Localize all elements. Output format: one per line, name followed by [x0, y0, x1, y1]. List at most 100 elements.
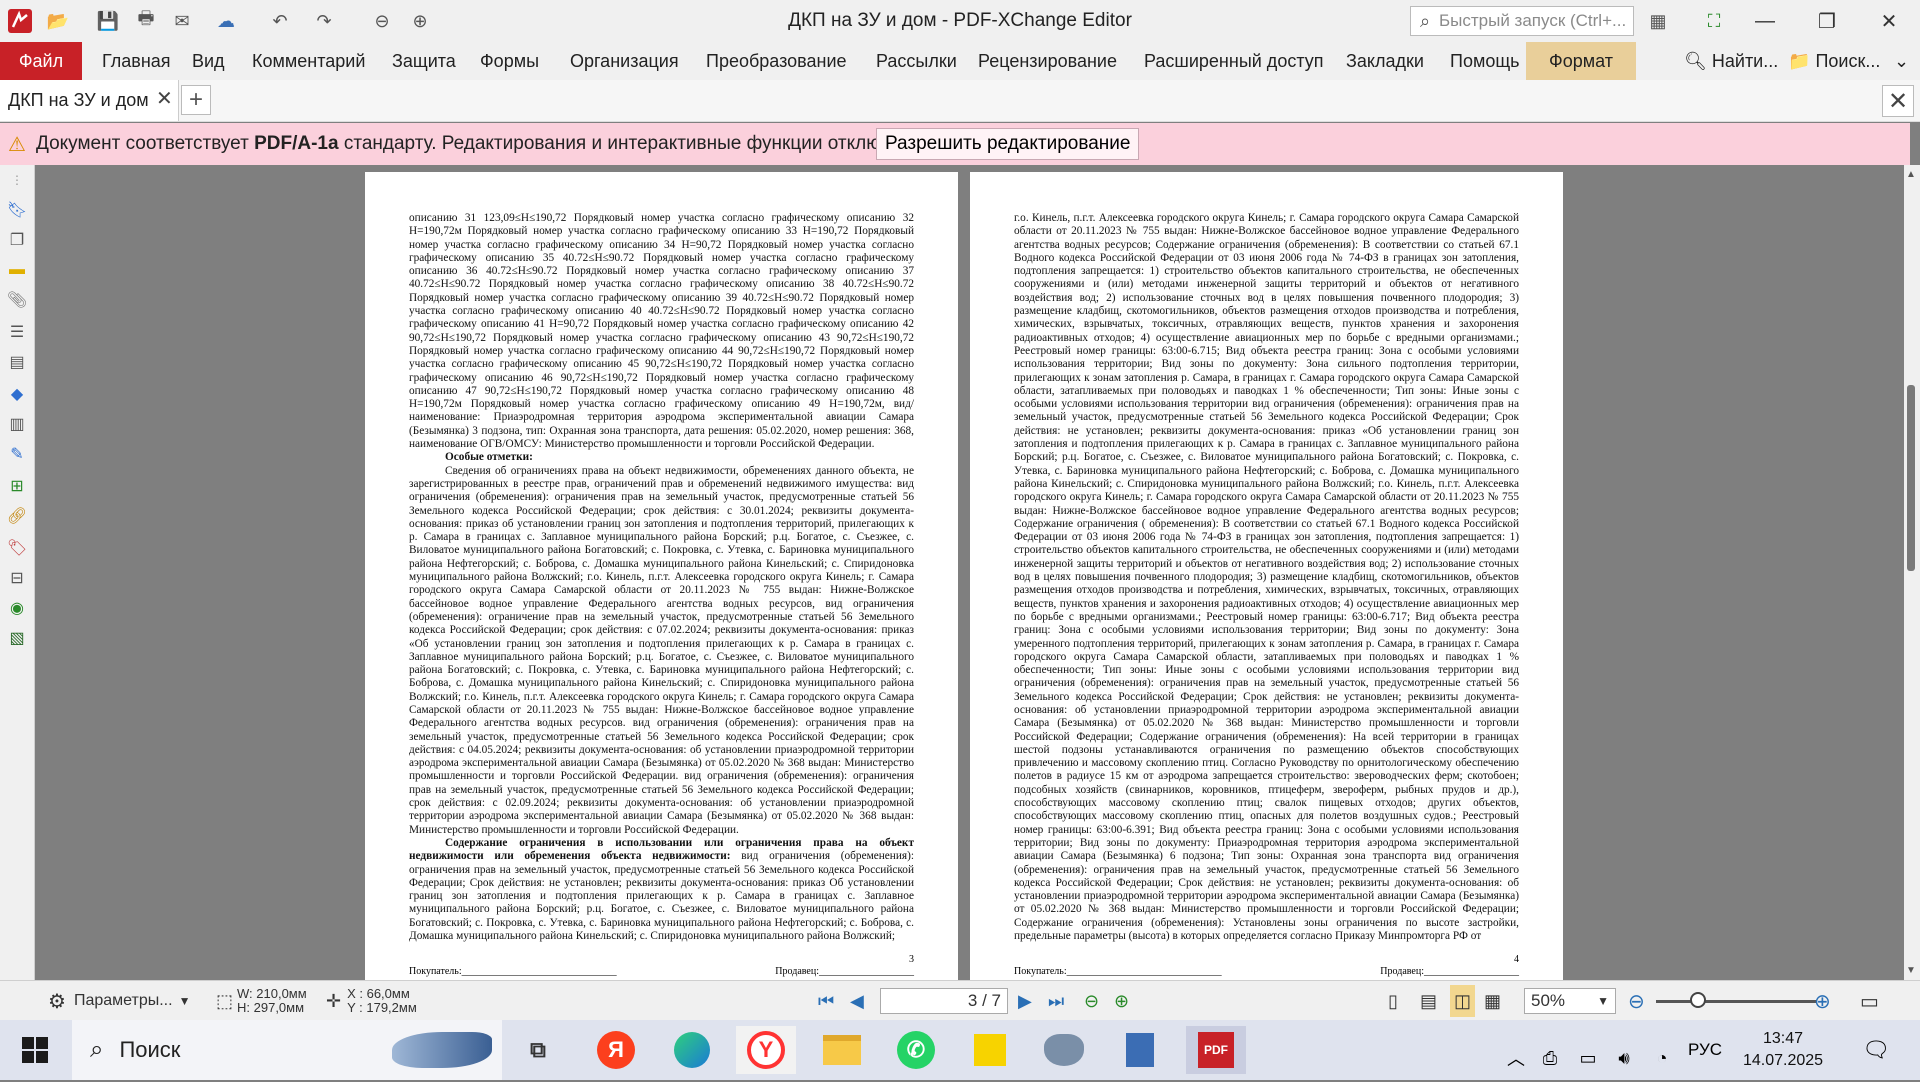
document-tab-label: ДКП на ЗУ и дом [8, 90, 149, 110]
continuous-page-icon[interactable]: ▤ [1420, 981, 1437, 1021]
search-button[interactable]: 📁 Поиск... [1784, 42, 1884, 80]
menu-review[interactable]: Рецензирование [964, 42, 1131, 80]
back-icon[interactable]: ⊖ [368, 7, 396, 35]
standards-icon[interactable]: ◉ [6, 597, 28, 619]
menu-mailings[interactable]: Рассылки [862, 42, 971, 80]
minimize-button[interactable]: — [1738, 0, 1792, 42]
redo-icon[interactable]: ↷ [310, 7, 338, 35]
history-back-icon[interactable]: ⊖ [1084, 981, 1099, 1021]
page-number-input[interactable]: 3 / 7 [880, 988, 1008, 1014]
yandex-app-icon[interactable]: Я [586, 1026, 646, 1074]
print-icon[interactable]: 🖶 [132, 7, 160, 35]
menu-help[interactable]: Помощь [1436, 42, 1534, 80]
ribbon-collapse-icon[interactable]: ⌄ [1888, 42, 1915, 80]
last-page-icon[interactable]: ⏭ [1048, 981, 1064, 1021]
menu-forms[interactable]: Формы [466, 42, 553, 80]
layout-icon[interactable]: ▦ [1644, 7, 1672, 35]
menu-protect[interactable]: Защита [378, 42, 470, 80]
pdf-page: г.о. Кинель, п.г.т. Алексеевка городског… [970, 172, 1563, 980]
taskbar-search[interactable]: ⌕ Поиск [72, 1020, 502, 1080]
menu-view[interactable]: Вид [178, 42, 239, 80]
file-explorer-icon[interactable] [812, 1026, 872, 1074]
zoom-slider-handle[interactable] [1690, 992, 1706, 1008]
menu-organize[interactable]: Организация [556, 42, 693, 80]
page-height: H: 297,0мм [237, 1000, 305, 1015]
new-tab-button[interactable]: + [181, 85, 211, 115]
allow-editing-button[interactable]: Разрешить редактирование [876, 128, 1140, 160]
content-icon[interactable]: ☰ [6, 321, 28, 343]
menu-format[interactable]: Формат [1526, 42, 1636, 80]
articles-icon[interactable]: ▧ [6, 627, 28, 649]
network-icon[interactable]: ◔ [1632, 1034, 1692, 1082]
zoom-out-icon[interactable]: ⊖ [1628, 981, 1645, 1021]
pdf-page: описанию 31 123,09≤Н≤190,72 Порядковый н… [365, 172, 958, 980]
scroll-up-icon[interactable]: ▲ [1906, 169, 1916, 180]
edge-browser-icon[interactable] [662, 1026, 722, 1074]
whatsapp-icon[interactable]: ✆ [886, 1026, 946, 1074]
forward-icon[interactable]: ⊕ [406, 7, 434, 35]
vertical-scrollbar[interactable]: ▲ ▼ [1904, 165, 1920, 980]
continuous-facing-icon[interactable]: ▦ [1484, 981, 1501, 1021]
destinations-icon[interactable]: ▤ [6, 351, 28, 373]
prev-page-icon[interactable]: ◀ [850, 981, 864, 1021]
tags-icon[interactable]: 🏷︎ [6, 537, 28, 559]
history-forward-icon[interactable]: ⊕ [1114, 981, 1129, 1021]
next-page-icon[interactable]: ▶ [1018, 981, 1032, 1021]
layers-icon[interactable]: ◆ [6, 383, 28, 405]
seller-signature-line: Продавец:___________________ [1380, 966, 1519, 977]
close-tab-button[interactable]: ✕ [156, 86, 173, 111]
maximize-button[interactable]: ❐ [1800, 0, 1854, 42]
undo-icon[interactable]: ↶ [266, 7, 294, 35]
menu-home[interactable]: Главная [88, 42, 185, 80]
save-icon[interactable]: 💾 [94, 7, 122, 35]
zoom-in-icon[interactable]: ⊕ [1814, 981, 1831, 1021]
thumbnails-icon[interactable]: ❐ [6, 229, 28, 251]
open-folder-icon[interactable]: 📂 [44, 7, 72, 35]
bookmarks-icon[interactable]: 🔖︎ [6, 199, 28, 221]
photo-app-icon[interactable] [1034, 1026, 1094, 1074]
structure-icon[interactable]: ⊞ [6, 475, 28, 497]
email-icon[interactable]: ✉ [168, 7, 196, 35]
seller-signature-line: Продавец:___________________ [775, 966, 914, 977]
fit-width-icon[interactable]: ▭ [1860, 981, 1879, 1021]
clock[interactable]: 13:47 14.07.2025 [1738, 1028, 1828, 1072]
facing-pages-icon[interactable]: ◫ [1450, 985, 1476, 1017]
scrollbar-thumb[interactable] [1907, 385, 1915, 571]
menu-file[interactable]: Файл [0, 42, 82, 80]
cloud-icon[interactable]: ☁ [212, 7, 240, 35]
pdf-xchange-taskbar-icon[interactable]: PDF [1186, 1026, 1246, 1074]
zoom-slider-track[interactable] [1656, 1000, 1816, 1003]
task-view-icon[interactable]: ⧉ [508, 1026, 568, 1074]
document-tab[interactable]: ДКП на ЗУ и дом ✕ [0, 80, 179, 121]
gear-icon: ⚙ [48, 990, 66, 1013]
yandex-browser-icon[interactable]: Y [736, 1026, 796, 1074]
page-footer: Покупатель:_____________________________… [409, 966, 914, 977]
start-button[interactable] [0, 1020, 70, 1080]
attachments-icon[interactable]: 📎︎ [6, 289, 28, 311]
calculator-icon[interactable] [1110, 1026, 1170, 1074]
options-button[interactable]: ⚙ Параметры... ▼ [48, 981, 190, 1021]
quick-launch-input[interactable]: ⌕ Быстрый запуск (Ctrl+... [1410, 6, 1634, 36]
menu-bookmarks[interactable]: Закладки [1332, 42, 1438, 80]
first-page-icon[interactable]: ⏮ [818, 981, 834, 1021]
menu-share[interactable]: Расширенный доступ [1130, 42, 1338, 80]
signatures-icon[interactable]: ✎ [6, 443, 28, 465]
single-page-icon[interactable]: ▯ [1388, 981, 1398, 1021]
fields-icon[interactable]: ▥ [6, 413, 28, 435]
scroll-down-icon[interactable]: ▼ [1906, 965, 1916, 976]
order-icon[interactable]: ⊟ [6, 567, 28, 589]
comments-icon[interactable]: ▬ [6, 259, 28, 281]
close-document-button[interactable]: ✕ [1882, 85, 1914, 117]
fullscreen-icon[interactable]: ⛶ [1700, 7, 1728, 35]
notifications-icon[interactable]: 🗨︎ [1846, 1026, 1906, 1074]
panel-grip-icon: ⋮ [11, 173, 23, 187]
clock-time: 13:47 [1762, 1030, 1804, 1047]
zoom-select[interactable]: 50% ▼ [1524, 988, 1616, 1014]
menu-comment[interactable]: Комментарий [238, 42, 379, 80]
menu-convert[interactable]: Преобразование [692, 42, 861, 80]
links-icon[interactable]: 🔗︎ [6, 505, 28, 527]
sticky-notes-icon[interactable] [960, 1026, 1020, 1074]
find-button[interactable]: 🔍︎ Найти... [1680, 42, 1782, 80]
close-window-button[interactable]: ✕ [1862, 0, 1916, 42]
input-language[interactable]: РУС [1688, 1020, 1722, 1080]
